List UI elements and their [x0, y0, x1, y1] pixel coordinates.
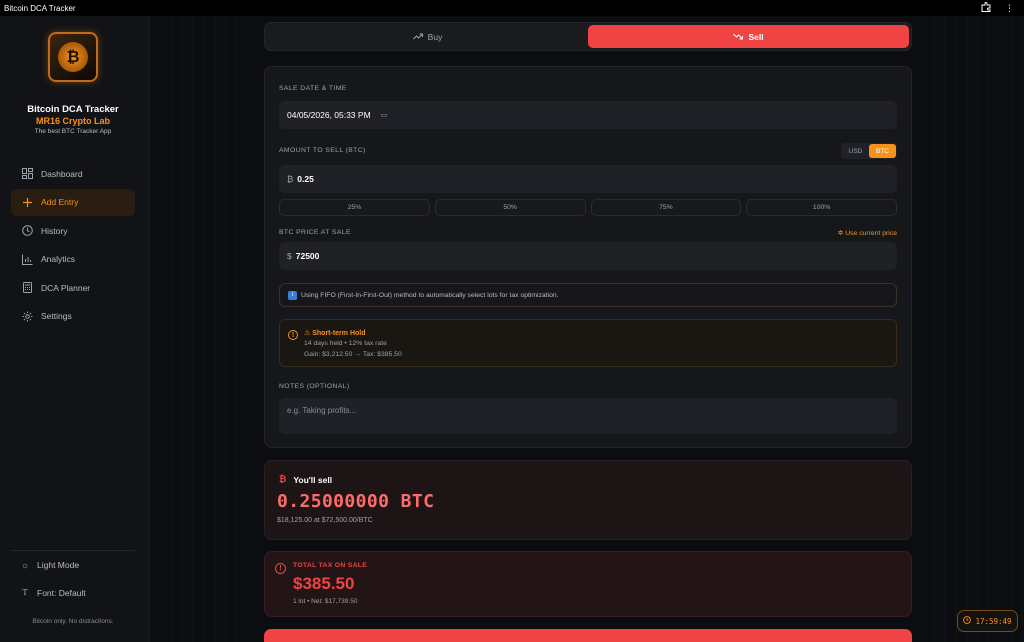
sidebar-item-label: Settings — [41, 311, 72, 322]
light-mode-label: Light Mode — [37, 560, 80, 570]
tax-label: TOTAL TAX ON SALE — [293, 562, 368, 569]
window-titlebar: Bitcoin DCA Tracker ⋮ — [0, 0, 1024, 16]
tab-buy[interactable]: Buy — [267, 25, 588, 48]
tax-summary-card: ! TOTAL TAX ON SALE $385.50 1 lot • Net:… — [264, 551, 912, 617]
calendar-icon[interactable]: ▭ — [381, 111, 388, 119]
unit-usd-button[interactable]: USD — [842, 144, 869, 158]
notes-label: NOTES (OPTIONAL) — [279, 383, 350, 390]
sell-amount-detail: $18,125.00 at $72,500.00/BTC — [277, 517, 373, 524]
trending-up-icon — [412, 32, 423, 42]
bitcoin-logo-icon: ₿ — [58, 42, 88, 72]
price-input[interactable]: $ 72500 — [279, 242, 897, 270]
background-pattern-right — [924, 16, 1024, 642]
amount-label: AMOUNT TO SELL (BTC) — [279, 147, 366, 154]
clock-icon — [21, 225, 33, 237]
info-icon: i — [288, 290, 297, 300]
hold-details: 14 days held • 12% tax rate — [304, 340, 387, 347]
sell-summary-title: You'll sell — [293, 474, 333, 485]
unit-toggle: USD BTC — [841, 143, 897, 159]
gear-icon — [21, 310, 33, 322]
alert-circle-icon: ! — [275, 563, 286, 574]
use-current-price-label: Use current price — [845, 230, 897, 237]
clock-time: 17:59:49 — [975, 616, 1012, 626]
percent-quick-buttons: 25% 50% 75% 100% — [279, 199, 897, 216]
hold-title: ⚠ Short-term Hold — [304, 330, 366, 337]
sell-summary-heading: ₿ You'll sell — [279, 474, 333, 486]
sidebar-footer-note: Bitcoin only. No distractions. — [32, 618, 114, 625]
sidebar-item-add-entry[interactable]: Add Entry — [11, 188, 135, 216]
bar-chart-icon — [21, 253, 33, 265]
bitcoin-icon: ₿ — [279, 475, 287, 485]
clock-icon — [963, 616, 972, 626]
amount-input[interactable]: ₿ 0.25 — [279, 165, 897, 193]
percent-25-button[interactable]: 25% — [279, 199, 430, 216]
hold-gain-tax: Gain: $3,212.50 → Tax: $385.50 — [304, 351, 402, 358]
main-content: Buy Sell SALE DATE & TIME 04/05/2026, 05… — [150, 16, 1024, 642]
sidebar-item-history[interactable]: History — [11, 217, 135, 244]
sell-form-card: SALE DATE & TIME 04/05/2026, 05:33 PM ▭ … — [264, 66, 912, 448]
dollar-prefix: $ — [287, 251, 292, 261]
sidebar-item-label: Dashboard — [41, 168, 83, 179]
calculator-icon — [21, 282, 33, 294]
font-label: Font: Default — [37, 588, 86, 598]
trending-down-icon — [733, 32, 744, 42]
bolt-icon: ✲ — [837, 230, 844, 237]
tab-sell[interactable]: Sell — [588, 25, 909, 48]
sell-summary-card: ₿ You'll sell 0.25000000 BTC $18,125.00 … — [264, 460, 912, 540]
sale-date-label: SALE DATE & TIME — [279, 85, 347, 92]
font-icon: T — [22, 588, 28, 598]
submit-sell-button[interactable] — [264, 629, 912, 642]
sidebar-nav: Dashboard Add Entry History Analytics DC… — [11, 160, 135, 332]
sidebar-item-dca-planner[interactable]: DCA Planner — [11, 274, 135, 301]
percent-100-button[interactable]: 100% — [746, 199, 897, 216]
extension-icon[interactable] — [981, 2, 991, 14]
sidebar-item-label: DCA Planner — [41, 282, 91, 293]
dashboard-icon — [21, 168, 33, 180]
unit-btc-button[interactable]: BTC — [869, 144, 896, 158]
app-logo: ₿ — [48, 32, 98, 82]
plus-icon — [21, 196, 33, 208]
more-menu-icon[interactable]: ⋮ — [1005, 3, 1014, 14]
price-label: BTC PRICE AT SALE — [279, 229, 351, 236]
sidebar-item-analytics[interactable]: Analytics — [11, 246, 135, 273]
price-value: 72500 — [295, 251, 320, 261]
warning-circle-icon: ! — [288, 330, 298, 340]
sale-date-input[interactable]: 04/05/2026, 05:33 PM ▭ — [279, 101, 897, 129]
short-term-hold-box: ! ⚠ Short-term Hold 14 days held • 12% t… — [279, 319, 897, 367]
percent-50-button[interactable]: 50% — [434, 199, 586, 216]
brand-org: MR16 Crypto Lab — [35, 116, 110, 126]
fifo-info-box: i Using FIFO (First-In-First-Out) method… — [279, 283, 897, 307]
amount-value: 0.25 — [297, 174, 314, 184]
sidebar-item-label: History — [41, 225, 68, 236]
sale-date-value: 04/05/2026, 05:33 PM — [287, 110, 371, 120]
light-mode-toggle[interactable]: ☼ Light Mode — [11, 551, 135, 579]
tab-buy-label: Buy — [427, 31, 443, 42]
sidebar-item-dashboard[interactable]: Dashboard — [11, 160, 135, 187]
sun-icon: ☼ — [21, 560, 29, 570]
background-pattern-left — [150, 16, 250, 642]
brand-tagline: The best BTC Tracker App — [34, 128, 112, 135]
sidebar-item-label: Analytics — [41, 254, 76, 265]
use-current-price-button[interactable]: ✲ Use current price — [838, 229, 897, 237]
notes-placeholder: e.g. Taking profits... — [287, 406, 357, 415]
sidebar: ₿ Bitcoin DCA Tracker MR16 Crypto Lab Th… — [0, 16, 150, 642]
tax-detail: 1 lot • Net: $17,739.50 — [293, 598, 358, 605]
notes-input[interactable]: e.g. Taking profits... — [279, 398, 897, 434]
window-title: Bitcoin DCA Tracker — [4, 3, 76, 13]
sell-amount: 0.25000000 BTC — [277, 491, 435, 512]
clock-widget: 17:59:49 — [957, 610, 1018, 632]
brand-name: Bitcoin DCA Tracker — [27, 104, 119, 115]
sidebar-footer: ☼ Light Mode T Font: Default — [11, 550, 135, 607]
tab-sell-label: Sell — [748, 31, 764, 42]
bitcoin-prefix-icon: ₿ — [287, 174, 294, 184]
fifo-info-text: Using FIFO (First-In-First-Out) method t… — [301, 291, 559, 299]
percent-75-button[interactable]: 75% — [590, 199, 742, 216]
sidebar-item-settings[interactable]: Settings — [11, 303, 135, 330]
font-selector[interactable]: T Font: Default — [11, 579, 135, 607]
sidebar-item-label: Add Entry — [41, 197, 79, 208]
buy-sell-tabs: Buy Sell — [264, 22, 912, 51]
tax-value: $385.50 — [293, 574, 355, 593]
